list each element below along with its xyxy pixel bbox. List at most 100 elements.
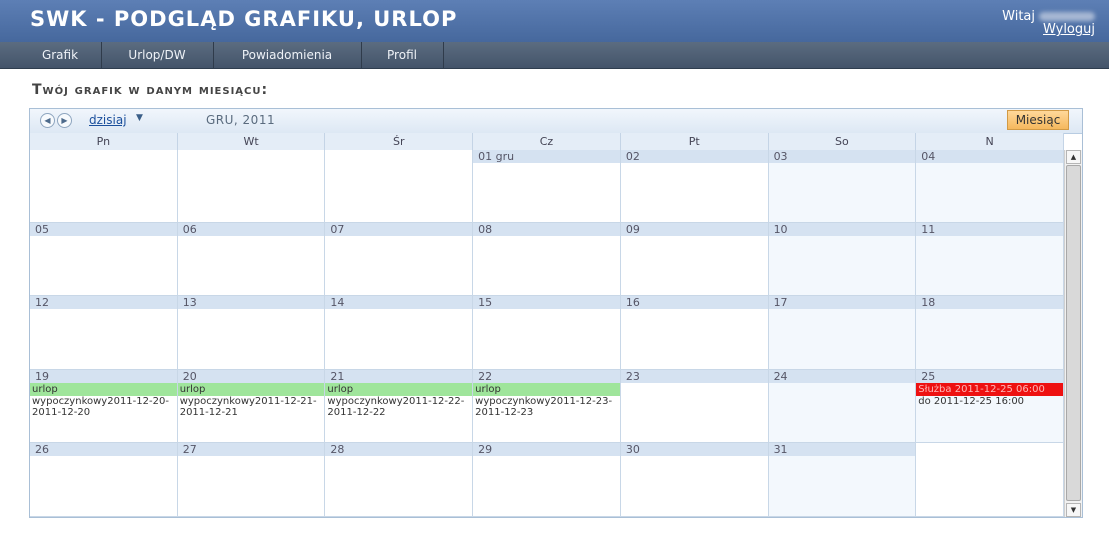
day-cell[interactable]: 13 <box>177 296 326 370</box>
day-header: Pt <box>621 133 769 150</box>
day-cell[interactable]: 01 gru <box>473 150 621 223</box>
greeting-text: Witaj <box>1002 9 1035 24</box>
appointment-title: urlop <box>30 383 177 396</box>
day-header: So <box>769 133 917 150</box>
empty-day-cell <box>325 150 474 223</box>
day-cell[interactable]: 26 <box>30 443 178 517</box>
day-number: 28 <box>325 443 473 456</box>
month-scheduler: ◀ ▶ dzisiaj ▼ GRU, 2011 Miesiąc Pn Wt Śr Cz… <box>29 108 1083 518</box>
day-number: 19 <box>30 370 177 383</box>
month-grid: 01 gru 02 03 04 05 06 07 08 09 10 11 12 13 14 15 16 17 18… <box>30 150 1064 517</box>
month-view-button[interactable]: Miesiąc <box>1007 110 1069 130</box>
user-name-redacted <box>1039 12 1095 21</box>
day-number: 10 <box>768 223 916 236</box>
appointment-detail: wypoczynkowy2011-12-22-2011-12-22 <box>327 396 465 418</box>
next-month-icon[interactable]: ▶ <box>57 113 72 128</box>
day-number: 24 <box>768 370 916 383</box>
appointment-detail: do 2011-12-25 16:00 <box>918 396 1025 407</box>
day-cell[interactable]: 12 <box>30 296 178 370</box>
appointment-detail: wypoczynkowy2011-12-21-2011-12-21 <box>179 396 317 418</box>
day-header: Pn <box>30 133 178 150</box>
prev-month-icon[interactable]: ◀ <box>40 113 55 128</box>
leave-appointment[interactable]: urlop wypoczynkowy2011-12-23-2011-12-23 <box>473 383 620 418</box>
vertical-scrollbar[interactable]: ▲ ▼ <box>1064 150 1082 517</box>
scroll-down-icon[interactable]: ▼ <box>1066 503 1081 517</box>
day-cell[interactable]: 16 <box>620 296 769 370</box>
menu-item-grafik[interactable]: Grafik <box>19 42 102 68</box>
empty-day-cell <box>177 150 326 223</box>
app-header: SWK - PODGLĄD GRAFIKU, URLOP Witaj Wylog… <box>0 0 1109 42</box>
duty-appointment[interactable]: Służba 2011-12-25 06:00 do 2011-12-25 16:… <box>916 383 1063 407</box>
day-number: 05 <box>30 223 177 236</box>
day-cell[interactable]: 06 <box>177 223 326 296</box>
day-cell[interactable]: 15 <box>473 296 621 370</box>
day-cell[interactable]: 30 <box>620 443 769 517</box>
menu-item-profil[interactable]: Profil <box>361 42 444 68</box>
appointment-detail: wypoczynkowy2011-12-23-2011-12-23 <box>475 396 613 418</box>
day-cell[interactable]: 10 <box>768 223 917 296</box>
day-number: 25 <box>916 370 1063 383</box>
day-number: 11 <box>916 223 1063 236</box>
day-cell[interactable]: 02 <box>620 150 769 223</box>
logout-link[interactable]: Wyloguj <box>1043 22 1095 37</box>
leave-appointment[interactable]: urlop wypoczynkowy2011-12-20-2011-12-20 <box>30 383 177 418</box>
day-number: 04 <box>916 150 1063 163</box>
day-number: 06 <box>177 223 325 236</box>
day-cell[interactable]: 04 <box>916 150 1064 223</box>
day-number: 27 <box>177 443 325 456</box>
day-cell[interactable]: 31 <box>768 443 917 517</box>
day-number: 12 <box>30 296 177 309</box>
calendar-dropdown-icon[interactable]: ▼ <box>136 113 143 123</box>
day-header: Cz <box>473 133 621 150</box>
app-title: SWK - PODGLĄD GRAFIKU, URLOP <box>30 7 458 31</box>
day-cell[interactable]: 17 <box>768 296 917 370</box>
day-cell[interactable]: 25 Służba 2011-12-25 06:00 do 2011-12-25 1… <box>916 370 1064 443</box>
day-cell[interactable]: 08 <box>473 223 621 296</box>
today-link[interactable]: dzisiaj <box>89 113 127 127</box>
day-cell[interactable]: 05 <box>30 223 178 296</box>
scroll-up-icon[interactable]: ▲ <box>1066 150 1081 164</box>
day-cell[interactable]: 18 <box>916 296 1064 370</box>
leave-appointment[interactable]: urlop wypoczynkowy2011-12-22-2011-12-22 <box>325 383 473 418</box>
day-cell[interactable]: 20 urlop wypoczynkowy2011-12-21-2011-12-21 <box>177 370 326 443</box>
day-cell[interactable]: 21 urlop wypoczynkowy2011-12-22-2011-12-22 <box>325 370 474 443</box>
day-header: Wt <box>178 133 326 150</box>
day-cell[interactable]: 29 <box>473 443 621 517</box>
day-cell[interactable]: 14 <box>325 296 474 370</box>
appointment-detail: wypoczynkowy2011-12-20-2011-12-20 <box>32 396 169 418</box>
day-number: 31 <box>768 443 916 456</box>
day-number: 18 <box>916 296 1063 309</box>
empty-day-cell <box>30 150 178 223</box>
day-number: 07 <box>325 223 473 236</box>
day-number: 30 <box>620 443 768 456</box>
main-menu: Grafik Urlop/DW Powiadomienia Profil <box>0 42 1109 69</box>
leave-appointment[interactable]: urlop wypoczynkowy2011-12-21-2011-12-21 <box>177 383 325 418</box>
day-number: 21 <box>325 370 473 383</box>
day-number: 14 <box>325 296 473 309</box>
appointment-title: urlop <box>177 383 325 396</box>
day-cell[interactable]: 09 <box>620 223 769 296</box>
day-number: 20 <box>177 370 325 383</box>
scheduler-toolbar: ◀ ▶ dzisiaj ▼ GRU, 2011 Miesiąc <box>30 109 1082 134</box>
day-cell[interactable]: 27 <box>177 443 326 517</box>
day-number: 29 <box>473 443 620 456</box>
section-title: Twój grafik w danym miesiącu: <box>32 82 269 98</box>
day-cell[interactable]: 23 <box>620 370 769 443</box>
day-number: 01 gru <box>473 150 620 163</box>
menu-item-urlop[interactable]: Urlop/DW <box>101 42 214 68</box>
day-cell[interactable]: 03 <box>768 150 917 223</box>
day-number: 08 <box>473 223 620 236</box>
day-number: 02 <box>620 150 768 163</box>
day-cell[interactable]: 28 <box>325 443 474 517</box>
scroll-thumb[interactable] <box>1066 165 1081 501</box>
day-cell[interactable]: 22 urlop wypoczynkowy2011-12-23-2011-12-23 <box>473 370 621 443</box>
day-cell[interactable]: 24 <box>768 370 917 443</box>
appointment-title: Służba 2011-12-25 06:00 <box>916 383 1063 396</box>
day-number: 22 <box>473 370 620 383</box>
day-header: Śr <box>325 133 474 150</box>
day-cell[interactable]: 11 <box>916 223 1064 296</box>
day-cell[interactable]: 07 <box>325 223 474 296</box>
day-number: 16 <box>620 296 768 309</box>
menu-item-powiadomienia[interactable]: Powiadomienia <box>213 42 362 68</box>
day-cell[interactable]: 19 urlop wypoczynkowy2011-12-20-2011-12-20 <box>30 370 178 443</box>
